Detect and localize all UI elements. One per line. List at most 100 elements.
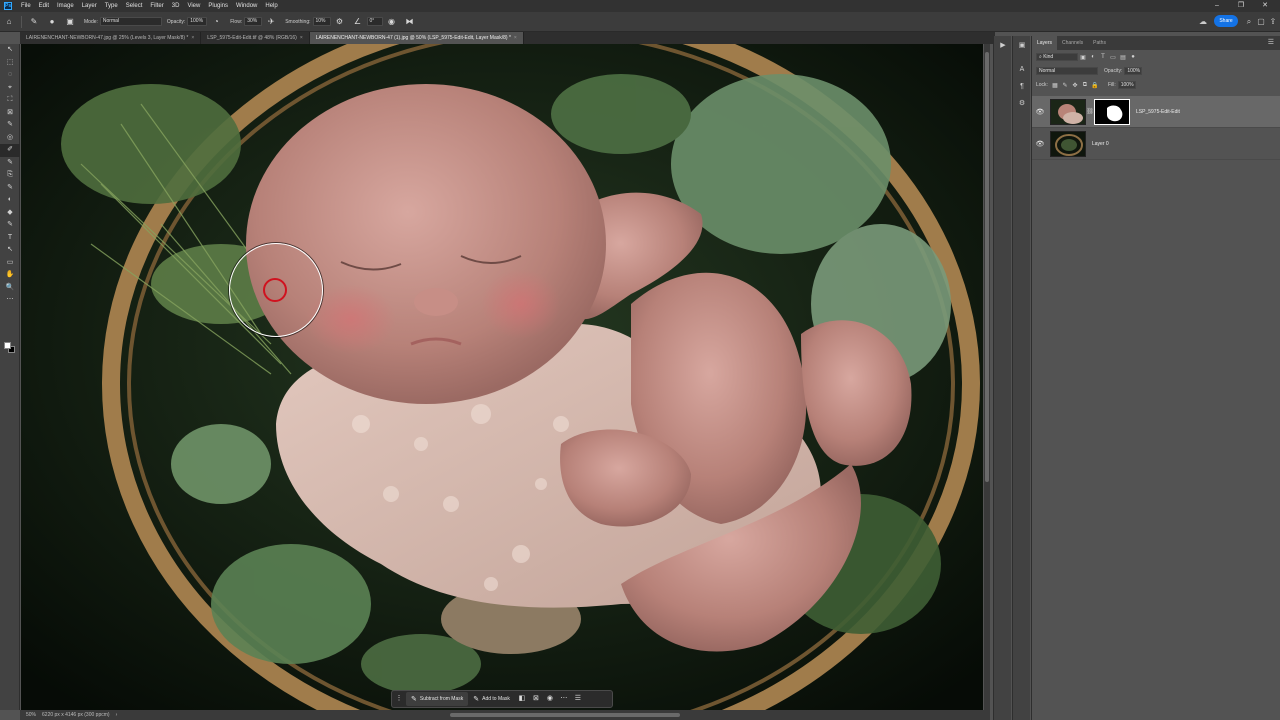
crop-tool-icon[interactable]: ⛶: [0, 94, 20, 107]
subtract-from-mask-button[interactable]: ✎ Subtract from Mask: [406, 692, 469, 706]
brush-tool-icon[interactable]: ✎: [28, 16, 40, 28]
filter-pixel-icon[interactable]: ▣: [1078, 54, 1088, 61]
menu-image[interactable]: Image: [53, 3, 78, 9]
menu-type[interactable]: Type: [101, 3, 122, 9]
share-button[interactable]: Share: [1214, 15, 1238, 27]
lock-position-icon[interactable]: ✥: [1070, 82, 1080, 89]
clone-stamp-tool-icon[interactable]: ✎: [0, 157, 20, 170]
brush-tool-icon[interactable]: ✐: [0, 144, 20, 157]
history-brush-tool-icon[interactable]: ⎘: [0, 169, 20, 182]
quick-selection-tool-icon[interactable]: ⌖: [0, 82, 20, 95]
lock-artboard-icon[interactable]: ⧉: [1080, 82, 1090, 89]
status-arrow-icon[interactable]: ›: [116, 712, 118, 718]
move-tool-icon[interactable]: ↖: [0, 44, 20, 57]
blur-tool-icon[interactable]: ◆: [0, 207, 20, 220]
layer-mask-thumbnail[interactable]: [1094, 98, 1130, 125]
zoom-tool-icon[interactable]: 🔍: [0, 282, 20, 295]
cloud-icon[interactable]: ☁: [1198, 16, 1208, 28]
character-icon[interactable]: A: [1013, 63, 1031, 77]
blend-mode-select[interactable]: Normal: [1036, 67, 1098, 75]
scrollbar-thumb[interactable]: [985, 52, 989, 482]
marquee-tool-icon[interactable]: ⬚: [0, 57, 20, 70]
tab-layers[interactable]: Layers: [1032, 36, 1058, 50]
close-icon[interactable]: ×: [514, 35, 517, 41]
menu-view[interactable]: View: [183, 3, 204, 9]
more-options-icon[interactable]: ⋯: [557, 692, 571, 706]
healing-tool-icon[interactable]: ◎: [0, 132, 20, 145]
settings-icon[interactable]: ☰: [571, 692, 585, 706]
close-icon[interactable]: ×: [300, 35, 303, 41]
gradient-tool-icon[interactable]: ◐: [0, 194, 20, 207]
eraser-tool-icon[interactable]: ✎: [0, 182, 20, 195]
layer-name[interactable]: LSP_5975-Edit-Edit: [1136, 109, 1180, 115]
visibility-icon[interactable]: ◉: [543, 692, 557, 706]
symmetry-icon[interactable]: ⧓: [404, 16, 416, 28]
frame-tool-icon[interactable]: ⊠: [0, 107, 20, 120]
tab-document-2[interactable]: LSP_5975-Edit-Edit.tif @ 48% (RGB/16) ×: [201, 32, 310, 44]
layer-name[interactable]: Layer 0: [1092, 141, 1109, 147]
menu-edit[interactable]: Edit: [35, 3, 53, 9]
vertical-scrollbar[interactable]: [984, 44, 990, 710]
workspace-icon[interactable]: ▢: [1256, 16, 1266, 28]
pen-tool-icon[interactable]: ✎: [0, 219, 20, 232]
layer-row-lsp-5975[interactable]: 👁 ⛓ LSP_5975-Edit-Edit: [1032, 96, 1280, 128]
opacity-field[interactable]: 100%: [187, 17, 208, 26]
mode-select[interactable]: Normal: [99, 17, 162, 26]
drag-handle-icon[interactable]: ⋮: [392, 692, 406, 706]
visibility-eye-icon[interactable]: 👁: [1032, 140, 1048, 148]
close-icon[interactable]: ✕: [1254, 0, 1276, 12]
layer-opacity-field[interactable]: 100%: [1124, 67, 1143, 75]
document-canvas[interactable]: [21, 44, 983, 710]
pressure-opacity-icon[interactable]: ◔: [210, 16, 222, 28]
airbrush-icon[interactable]: ✈: [265, 16, 277, 28]
tab-document-3[interactable]: LAIRENENCHANT-NEWBORN-47 (1).jpg @ 50% (…: [309, 32, 524, 44]
type-tool-icon[interactable]: T: [0, 232, 20, 245]
brush-settings-icon[interactable]: ▣: [64, 16, 76, 28]
smoothing-settings-icon[interactable]: ⚙: [334, 16, 346, 28]
share-image-icon[interactable]: ⇪: [1268, 16, 1278, 28]
flow-field[interactable]: 30%: [244, 17, 263, 26]
hand-tool-icon[interactable]: ✋: [0, 269, 20, 282]
pressure-size-icon[interactable]: ◉: [386, 16, 398, 28]
zoom-level[interactable]: 50%: [26, 712, 36, 718]
fill-field[interactable]: 100%: [1117, 81, 1136, 89]
minimize-icon[interactable]: –: [1206, 0, 1228, 12]
lasso-tool-icon[interactable]: ◌: [0, 69, 20, 82]
tab-paths[interactable]: Paths: [1088, 36, 1111, 50]
tab-document-1[interactable]: LAIRENENCHANT-NEWBORN-47.jpg @ 25% (Leve…: [20, 32, 202, 44]
lock-pixels-icon[interactable]: ✎: [1060, 82, 1070, 89]
menu-3d[interactable]: 3D: [168, 3, 184, 9]
properties-icon[interactable]: ⚙: [1013, 97, 1031, 111]
mask-link-icon[interactable]: ⛓: [1086, 108, 1094, 115]
horizontal-scrollbar[interactable]: [450, 713, 680, 717]
filter-adjustment-icon[interactable]: ◐: [1088, 54, 1098, 60]
panel-menu-icon[interactable]: ☰: [1268, 36, 1274, 50]
menu-select[interactable]: Select: [122, 3, 147, 9]
angle-field[interactable]: 0°: [366, 17, 383, 26]
menu-window[interactable]: Window: [232, 3, 261, 9]
eyedropper-tool-icon[interactable]: ✎: [0, 119, 20, 132]
filter-type-icon[interactable]: T: [1098, 54, 1108, 60]
filter-kind-select[interactable]: ⌕ Kind: [1036, 53, 1078, 61]
filter-shape-icon[interactable]: ▭: [1108, 54, 1118, 61]
layer-thumbnail[interactable]: [1050, 130, 1086, 157]
filter-smart-object-icon[interactable]: ▤: [1118, 54, 1128, 61]
play-icon[interactable]: ▶: [994, 39, 1012, 53]
maximize-icon[interactable]: ❐: [1230, 0, 1252, 12]
add-to-mask-button[interactable]: ✎ Add to Mask: [468, 692, 515, 706]
brush-preset-icon[interactable]: ●: [46, 16, 58, 28]
menu-plugins[interactable]: Plugins: [204, 3, 232, 9]
mask-options-icon[interactable]: ◧: [515, 692, 529, 706]
comments-icon[interactable]: ▣: [1013, 39, 1031, 53]
paragraph-icon[interactable]: ¶: [1013, 80, 1031, 94]
filter-toggle-icon[interactable]: ●: [1128, 54, 1138, 60]
search-icon[interactable]: ⌕: [1244, 16, 1254, 28]
angle-icon[interactable]: ∠: [352, 16, 364, 28]
layer-thumbnail[interactable]: [1050, 98, 1086, 125]
layer-row-layer-0[interactable]: 👁 Layer 0: [1032, 128, 1280, 160]
close-icon[interactable]: ×: [191, 35, 194, 41]
menu-help[interactable]: Help: [261, 3, 281, 9]
rectangle-tool-icon[interactable]: ▭: [0, 257, 20, 270]
menu-file[interactable]: File: [17, 3, 35, 9]
foreground-color-swatch[interactable]: [4, 342, 11, 349]
